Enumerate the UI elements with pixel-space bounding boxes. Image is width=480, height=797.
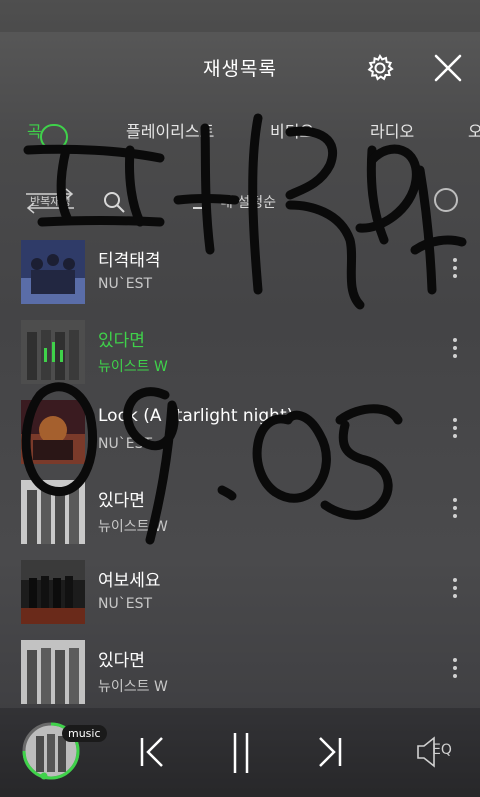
repeat-button[interactable]: 반복재생 bbox=[22, 186, 78, 216]
track-artist: 뉴이스트 W bbox=[98, 679, 168, 695]
playlist-toolbar: 반복재생 내 설정순 bbox=[0, 180, 480, 224]
previous-icon bbox=[140, 737, 163, 767]
tab-songs[interactable]: 곡 bbox=[27, 118, 42, 142]
search-button[interactable] bbox=[100, 188, 128, 216]
pause-icon bbox=[233, 733, 249, 773]
equalizer-label: EQ bbox=[432, 742, 452, 758]
album-art bbox=[21, 400, 85, 464]
track-row[interactable]: 있다면 뉴이스트 W bbox=[0, 470, 480, 550]
page-title: 재생목록 bbox=[203, 58, 277, 80]
tab-indicator bbox=[40, 124, 68, 150]
tab-bar: 곡 플레이리스트 비디오 라디오 오 bbox=[0, 104, 480, 156]
sort-icon bbox=[193, 195, 211, 209]
next-icon bbox=[319, 737, 342, 767]
select-all-button[interactable] bbox=[434, 188, 458, 212]
gear-icon bbox=[367, 53, 394, 81]
track-row[interactable]: 여보세요 NU`EST bbox=[0, 550, 480, 630]
next-button[interactable] bbox=[312, 730, 346, 778]
album-art bbox=[21, 640, 85, 704]
track-title: Look (A starlight night) bbox=[98, 406, 294, 426]
mini-player: music EQ bbox=[0, 708, 480, 797]
status-bar bbox=[0, 0, 480, 32]
repeat-label: 반복재생 bbox=[30, 195, 71, 208]
album-art bbox=[21, 240, 85, 304]
more-options-button[interactable] bbox=[448, 258, 462, 284]
tab-radio[interactable]: 라디오 bbox=[370, 118, 414, 142]
tab-more[interactable]: 오 bbox=[468, 118, 480, 142]
track-artist: NU`EST bbox=[98, 596, 153, 612]
more-options-button[interactable] bbox=[448, 498, 462, 524]
pause-button[interactable] bbox=[224, 730, 258, 780]
more-options-button[interactable] bbox=[448, 658, 462, 684]
now-playing-icon bbox=[44, 340, 64, 362]
previous-button[interactable] bbox=[136, 730, 170, 778]
track-row[interactable]: Look (A starlight night) NU`EST bbox=[0, 390, 480, 470]
track-artist: NU`EST bbox=[98, 276, 153, 292]
equalizer-button[interactable]: EQ bbox=[414, 732, 464, 776]
sort-label: 내 설정순 bbox=[220, 195, 276, 211]
close-icon bbox=[434, 54, 462, 82]
track-row[interactable]: 있다면 뉴이스트 W bbox=[0, 310, 480, 390]
track-artist: 뉴이스트 W bbox=[98, 519, 168, 535]
search-icon bbox=[104, 192, 125, 213]
track-title: 있다면 bbox=[98, 491, 145, 511]
track-row[interactable]: 티격태격 NU`EST bbox=[0, 230, 480, 310]
settings-button[interactable] bbox=[364, 52, 396, 84]
track-title: 여보세요 bbox=[98, 571, 161, 591]
tab-playlist[interactable]: 플레이리스트 bbox=[126, 118, 214, 142]
track-title: 있다면 bbox=[98, 331, 145, 351]
more-options-button[interactable] bbox=[448, 578, 462, 604]
track-row[interactable]: 있다면 뉴이스트 W bbox=[0, 630, 480, 710]
track-title: 있다면 bbox=[98, 651, 145, 671]
more-options-button[interactable] bbox=[448, 338, 462, 364]
more-options-button[interactable] bbox=[448, 418, 462, 444]
close-button[interactable] bbox=[430, 50, 466, 86]
album-art bbox=[21, 560, 85, 624]
album-art bbox=[21, 480, 85, 544]
track-artist: 뉴이스트 W bbox=[98, 359, 168, 375]
track-artist: NU`EST bbox=[98, 436, 153, 452]
tab-video[interactable]: 비디오 bbox=[270, 118, 314, 142]
track-title: 티격태격 bbox=[98, 251, 161, 271]
header: 재생목록 bbox=[0, 32, 480, 102]
music-badge: music bbox=[62, 725, 107, 742]
